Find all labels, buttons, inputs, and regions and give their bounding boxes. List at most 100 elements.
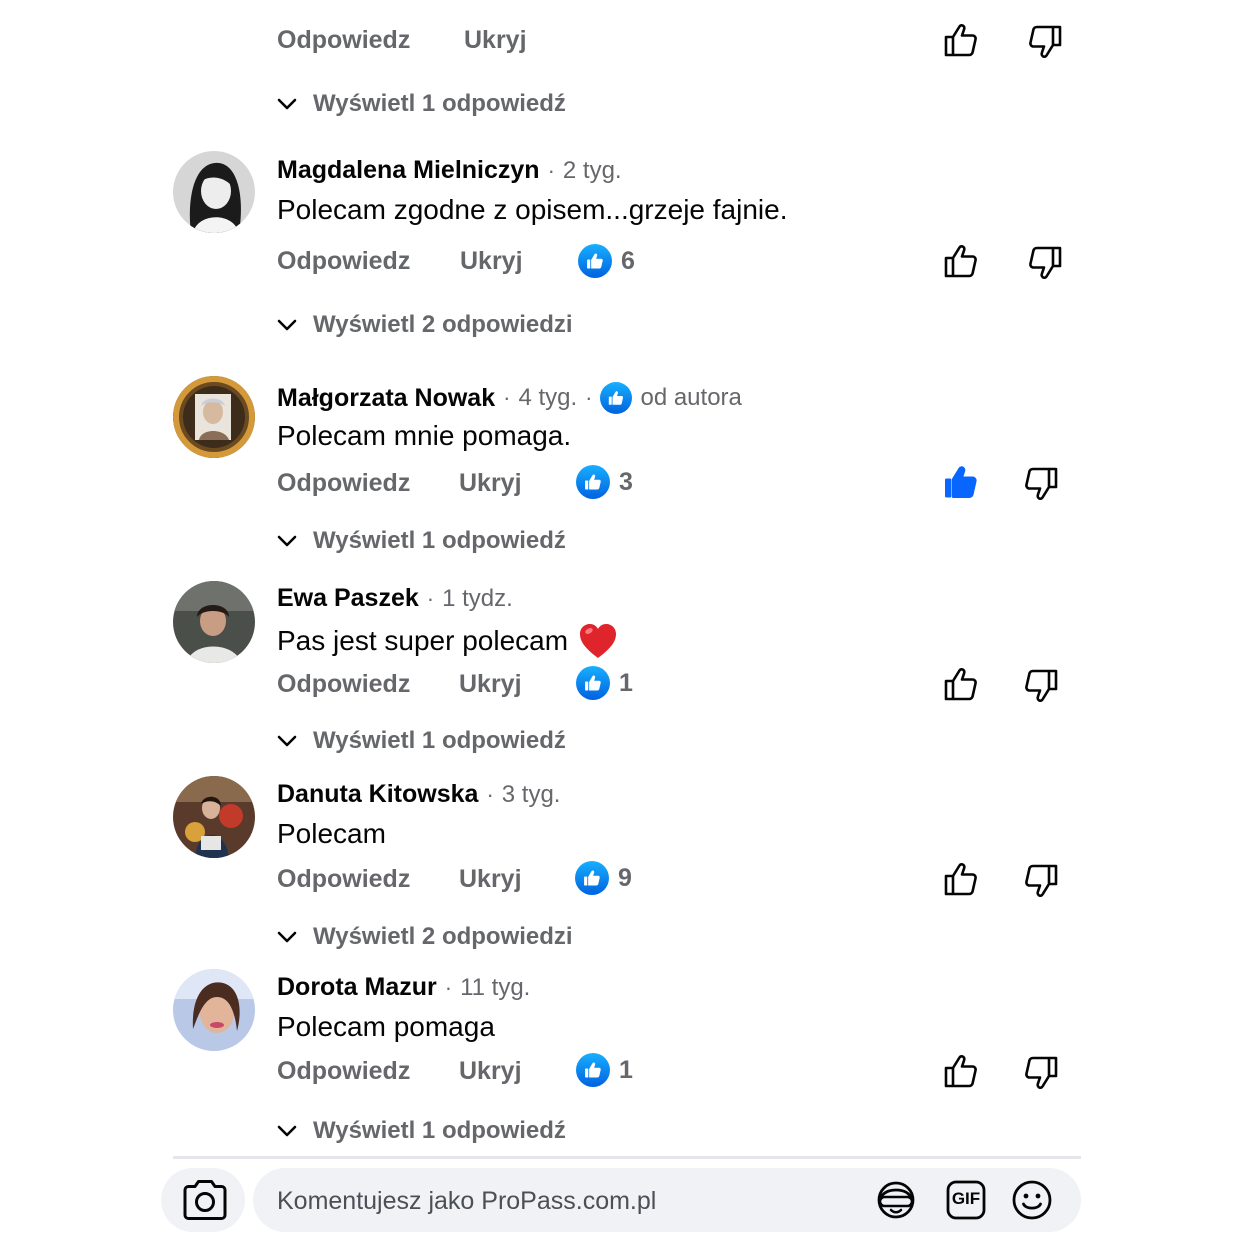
reaction-summary[interactable]: 3 <box>576 465 633 499</box>
author-liked-icon <box>600 382 633 414</box>
hide-button[interactable]: Ukryj <box>459 865 522 894</box>
comment-composer[interactable]: GIF <box>253 1168 1081 1232</box>
reply-button[interactable]: Odpowiedz <box>277 865 410 894</box>
like-icon[interactable] <box>941 1051 981 1091</box>
reaction-count: 6 <box>621 246 635 275</box>
like-icon[interactable] <box>941 20 981 60</box>
reaction-summary[interactable]: 9 <box>575 861 632 895</box>
dislike-icon[interactable] <box>1021 861 1061 901</box>
dislike-icon[interactable] <box>1021 666 1061 706</box>
hide-button[interactable]: Ukryj <box>464 26 527 55</box>
reaction-count: 1 <box>619 1055 633 1084</box>
view-replies-label: Wyświetl 1 odpowiedź <box>313 1117 566 1144</box>
separator-dot: · <box>503 385 511 410</box>
view-replies-button[interactable]: Wyświetl 2 odpowiedzi <box>275 311 573 339</box>
hide-button[interactable]: Ukryj <box>460 247 523 276</box>
like-reaction-icon <box>578 244 612 278</box>
like-icon[interactable] <box>941 241 981 281</box>
separator-dot: · <box>585 385 593 410</box>
chevron-down-icon <box>275 313 299 337</box>
comment-meta: Magdalena Mielniczyn · 2 tyg. <box>277 156 622 185</box>
emoji-icon[interactable] <box>1011 1179 1053 1221</box>
comment-text: Polecam zgodne z opisem...grzeje fajnie. <box>277 194 788 225</box>
reaction-summary[interactable]: 1 <box>576 1053 633 1087</box>
comment-meta: Ewa Paszek · 1 tydz. <box>277 584 513 613</box>
like-icon[interactable] <box>941 664 981 704</box>
dislike-icon[interactable] <box>1021 464 1061 504</box>
timestamp[interactable]: 1 tydz. <box>442 585 513 613</box>
view-replies-label: Wyświetl 1 odpowiedź <box>313 527 566 554</box>
like-reaction-icon <box>576 465 610 499</box>
separator-dot: · <box>486 781 494 807</box>
reply-button[interactable]: Odpowiedz <box>277 247 410 276</box>
like-reaction-icon <box>575 861 609 895</box>
dislike-icon[interactable] <box>1021 1053 1061 1093</box>
author-name[interactable]: Dorota Mazur <box>277 973 437 1002</box>
avatar[interactable] <box>173 776 255 858</box>
reaction-count: 3 <box>619 467 633 496</box>
comment-text: Polecam <box>277 818 386 849</box>
reply-button[interactable]: Odpowiedz <box>277 670 410 699</box>
reaction-count: 9 <box>618 863 632 892</box>
author-badge: od autora <box>640 384 742 411</box>
comment-text: Pas jest super polecam <box>277 622 618 660</box>
gif-button[interactable]: GIF <box>945 1179 987 1221</box>
chevron-down-icon <box>275 92 299 116</box>
author-name[interactable]: Danuta Kitowska <box>277 780 478 809</box>
author-name[interactable]: Magdalena Mielniczyn <box>277 156 540 185</box>
reply-button[interactable]: Odpowiedz <box>277 26 410 55</box>
dislike-icon[interactable] <box>1025 22 1065 62</box>
view-replies-label: Wyświetl 2 odpowiedzi <box>313 923 573 950</box>
separator-dot: · <box>426 585 435 611</box>
comment-meta: Małgorzata Nowak · 4 tyg. · od autora <box>277 382 742 414</box>
comment-input[interactable] <box>275 1180 859 1222</box>
view-replies-button[interactable]: Wyświetl 1 odpowiedź <box>275 90 566 118</box>
timestamp[interactable]: 11 tyg. <box>460 974 530 1002</box>
reaction-summary[interactable]: 1 <box>576 666 633 700</box>
comment-text: Polecam mnie pomaga. <box>277 420 572 451</box>
view-replies-button[interactable]: Wyświetl 2 odpowiedzi <box>275 923 573 951</box>
avatar[interactable] <box>173 581 255 663</box>
hide-button[interactable]: Ukryj <box>459 1057 522 1086</box>
like-reaction-icon <box>576 666 610 700</box>
hide-button[interactable]: Ukryj <box>459 670 522 699</box>
reply-button[interactable]: Odpowiedz <box>277 469 410 498</box>
camera-icon <box>183 1180 227 1220</box>
view-replies-button[interactable]: Wyświetl 1 odpowiedź <box>275 727 566 755</box>
separator-dot: · <box>444 974 453 1000</box>
camera-button[interactable] <box>161 1168 245 1232</box>
timestamp[interactable]: 3 tyg. <box>502 781 561 809</box>
divider <box>173 1156 1081 1159</box>
comment-text: Polecam pomaga <box>277 1011 495 1042</box>
chevron-down-icon <box>275 729 299 753</box>
view-replies-label: Wyświetl 1 odpowiedź <box>313 90 566 117</box>
like-icon[interactable] <box>941 859 981 899</box>
view-replies-label: Wyświetl 1 odpowiedź <box>313 727 566 754</box>
dislike-icon[interactable] <box>1025 243 1065 283</box>
chevron-down-icon <box>275 529 299 553</box>
avatar[interactable] <box>173 376 255 458</box>
timestamp[interactable]: 4 tyg. <box>518 384 577 412</box>
avatar-sticker-icon[interactable] <box>875 1179 917 1221</box>
like-reaction-icon <box>576 1053 610 1087</box>
avatar[interactable] <box>173 969 255 1051</box>
reply-button[interactable]: Odpowiedz <box>277 1057 410 1086</box>
reaction-count: 1 <box>619 668 633 697</box>
comment-text-content: Pas jest super polecam <box>277 625 569 656</box>
reaction-summary[interactable]: 6 <box>578 244 635 278</box>
gif-label: GIF <box>951 1189 981 1208</box>
hide-button[interactable]: Ukryj <box>459 469 522 498</box>
author-name[interactable]: Małgorzata Nowak <box>277 384 495 413</box>
comment-meta: Danuta Kitowska · 3 tyg. <box>277 780 560 809</box>
view-replies-button[interactable]: Wyświetl 1 odpowiedź <box>275 527 566 555</box>
view-replies-label: Wyświetl 2 odpowiedzi <box>313 311 573 338</box>
like-icon-active[interactable] <box>941 462 981 502</box>
chevron-down-icon <box>275 925 299 949</box>
separator-dot: · <box>547 157 555 183</box>
comment-meta: Dorota Mazur · 11 tyg. <box>277 973 530 1002</box>
author-name[interactable]: Ewa Paszek <box>277 584 419 613</box>
chevron-down-icon <box>275 1119 299 1143</box>
timestamp[interactable]: 2 tyg. <box>563 157 622 185</box>
view-replies-button[interactable]: Wyświetl 1 odpowiedź <box>275 1117 566 1145</box>
avatar[interactable] <box>173 151 255 233</box>
